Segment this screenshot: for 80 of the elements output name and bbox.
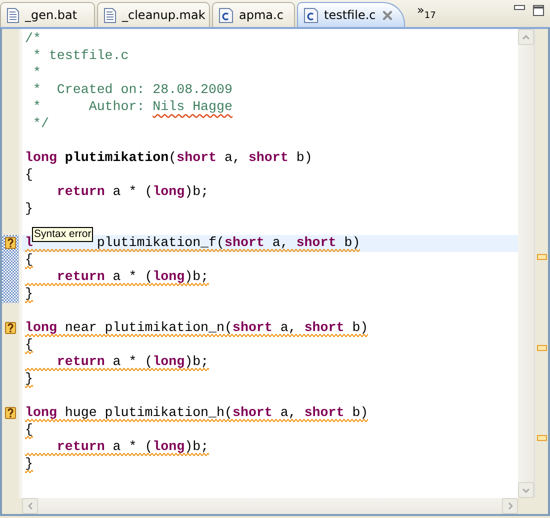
scroll-down-icon[interactable] <box>522 488 530 492</box>
code-keyword: long <box>152 269 185 284</box>
code-text: huge plutimikation_h( <box>64 405 232 420</box>
warning-icon[interactable] <box>5 237 16 249</box>
code-text: b) <box>351 405 368 420</box>
code-keyword: long <box>25 150 58 165</box>
editor-tab[interactable]: _cleanup.mak <box>97 2 210 27</box>
code-keyword: long <box>25 405 57 420</box>
function-name: plutimikation <box>64 150 169 165</box>
code-text: a, <box>279 320 298 335</box>
code-keyword: return <box>56 269 105 284</box>
code-keyword: short <box>304 405 344 420</box>
text-file-icon <box>104 8 116 22</box>
code-keyword: short <box>304 320 344 335</box>
code-keyword: long <box>152 439 185 454</box>
scroll-up-icon[interactable] <box>522 34 530 40</box>
code-text: a * ( <box>112 269 153 284</box>
c-file-icon <box>219 8 233 22</box>
code-keyword: return <box>56 439 105 454</box>
editor-tab[interactable]: testfile.c <box>297 2 405 27</box>
code-text: )b; <box>184 439 209 454</box>
code-text: } <box>25 286 33 301</box>
code-comment: */ <box>32 116 49 131</box>
maximize-icon[interactable] <box>533 5 544 16</box>
editor-tab[interactable]: apma.c <box>212 2 295 27</box>
code-text: ( <box>168 150 177 165</box>
code-comment: * Author: <box>32 99 146 114</box>
code-text: )b; <box>184 269 209 284</box>
horizontal-scrollbar[interactable] <box>22 498 518 514</box>
code-text: a * ( <box>112 439 153 454</box>
code-text: } <box>25 456 33 471</box>
code-text: a, <box>224 150 242 165</box>
overview-marker[interactable] <box>537 344 547 351</box>
code-keyword: short <box>224 235 264 250</box>
code-text: b) <box>351 320 368 335</box>
code-text: )b; <box>184 184 209 199</box>
code-keyword: long <box>152 184 185 199</box>
code-comment: * <box>32 65 41 80</box>
code-keyword: short <box>232 405 272 420</box>
code-text: b) <box>295 150 312 165</box>
code-keyword: short <box>176 150 217 165</box>
code-text: } <box>25 371 33 386</box>
text-file-icon <box>7 8 19 22</box>
code-comment: * testfile.c <box>32 48 129 63</box>
c-file-icon <box>304 8 318 22</box>
tooltip: Syntax error <box>32 227 94 242</box>
code-keyword: long <box>25 320 57 335</box>
code-text: near plutimikation_n( <box>64 320 232 335</box>
warning-icon[interactable] <box>5 407 16 419</box>
code-text: { <box>25 167 33 182</box>
code-text: a, <box>271 235 290 250</box>
code-keyword: short <box>248 150 288 165</box>
code-text: a, <box>279 405 298 420</box>
code-keyword: return <box>56 354 105 369</box>
code-text: a * ( <box>112 184 153 199</box>
editor-tab[interactable]: _gen.bat <box>0 2 95 27</box>
close-icon[interactable] <box>382 10 393 20</box>
code-text: { <box>25 252 33 267</box>
code-keyword: short <box>232 320 272 335</box>
code-text: a * ( <box>112 354 153 369</box>
minimize-icon[interactable] <box>514 5 525 11</box>
author-name: Nils Hagge <box>152 99 232 114</box>
code-text: } <box>25 201 33 216</box>
code-text: { <box>25 422 33 437</box>
code-comment: * Created on: 28.08.2009 <box>32 82 232 97</box>
overview-marker[interactable] <box>537 254 547 260</box>
code-text: )b; <box>184 354 209 369</box>
code-text: { <box>25 337 33 352</box>
overview-marker[interactable] <box>537 434 547 441</box>
code-text: plutimikation_f( <box>96 235 224 250</box>
scroll-left-icon[interactable] <box>28 502 32 510</box>
code-comment: /* <box>25 31 41 46</box>
code-keyword: return <box>56 184 105 199</box>
code-keyword: short <box>296 235 336 250</box>
warning-icon[interactable] <box>5 322 16 334</box>
code-keyword: long <box>152 354 185 369</box>
scroll-right-icon[interactable] <box>508 502 512 510</box>
code-keyword: l <box>25 235 33 250</box>
code-text: b) <box>343 235 360 250</box>
vertical-scrollbar[interactable] <box>518 29 534 498</box>
